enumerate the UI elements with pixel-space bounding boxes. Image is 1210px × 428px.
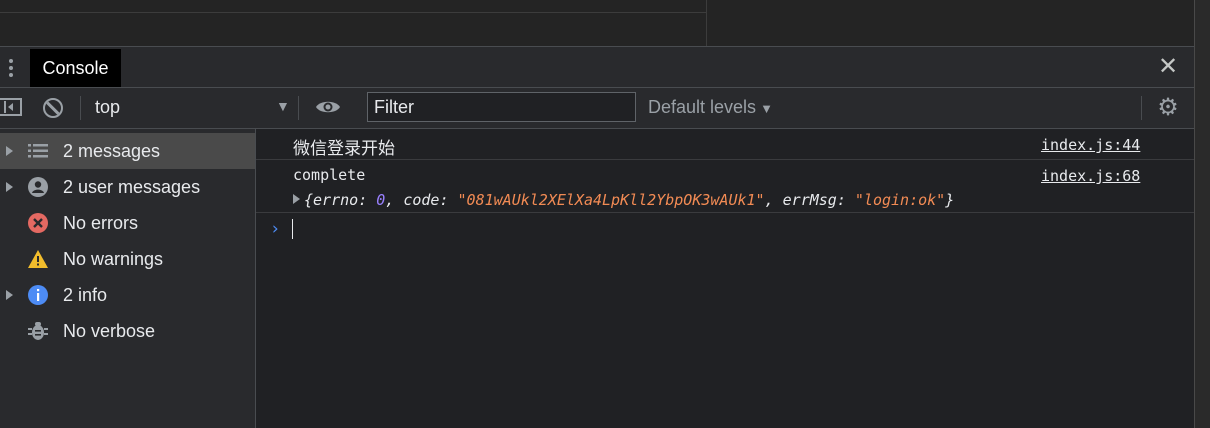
log-levels-dropdown[interactable]: Default levels ▼ — [648, 97, 773, 118]
info-icon — [28, 285, 48, 305]
warning-icon — [28, 250, 48, 268]
sidebar-item-messages[interactable]: 2 messages — [0, 133, 255, 169]
console-prompt-icon: › — [270, 219, 281, 239]
expand-arrow-icon[interactable] — [6, 182, 13, 192]
expand-arrow-icon[interactable] — [293, 194, 300, 204]
tab-console[interactable]: Console — [30, 49, 121, 87]
user-icon — [28, 177, 48, 197]
message-text: complete — [293, 166, 366, 184]
object-preview[interactable]: {errno: 0, code: "081wAUkl2XElXa4LpKll2Y… — [293, 191, 954, 209]
bug-icon — [28, 322, 48, 340]
console-toolbar: top ▼ Default levels▼ ⚙ — [0, 88, 1194, 129]
log-levels-label: Default levels — [648, 97, 757, 117]
sidebar-item-info[interactable]: 2 info — [0, 277, 255, 313]
chevron-down-icon[interactable]: ▼ — [276, 98, 290, 114]
scrollbar[interactable] — [1194, 0, 1210, 428]
drawer-tab-bar: Console ✕ — [0, 46, 1194, 88]
error-icon — [28, 213, 48, 233]
message-text: 微信登录开始 — [293, 139, 395, 158]
sidebar-item-label: 2 user messages — [63, 177, 201, 197]
console-message[interactable]: 微信登录开始 index.js:44 — [256, 129, 1194, 160]
live-expression-eye-icon[interactable] — [315, 98, 341, 116]
divider — [0, 12, 706, 13]
expand-arrow-icon[interactable] — [6, 146, 13, 156]
sidebar-item-verbose[interactable]: No verbose — [0, 313, 255, 349]
source-link[interactable]: index.js:44 — [1041, 136, 1140, 154]
list-icon — [28, 144, 48, 158]
sidebar-item-user-messages[interactable]: 2 user messages — [0, 169, 255, 205]
clear-console-icon[interactable] — [43, 98, 63, 118]
sidebar-item-label: No verbose — [63, 321, 156, 341]
chevron-down-icon: ▼ — [760, 101, 773, 116]
filter-input[interactable] — [367, 92, 636, 122]
sidebar-item-errors[interactable]: No errors — [0, 205, 255, 241]
devtools-top-pane — [0, 0, 1194, 46]
context-selector[interactable]: top — [95, 97, 120, 118]
console-message[interactable]: complete index.js:68 {errno: 0, code: "0… — [256, 160, 1194, 213]
divider — [298, 96, 299, 120]
sidebar-item-label: No warnings — [63, 249, 164, 269]
sidebar-item-label: 2 messages — [63, 141, 161, 161]
sidebar-item-warnings[interactable]: No warnings — [0, 241, 255, 277]
divider — [1141, 96, 1142, 120]
console-messages[interactable]: 微信登录开始 index.js:44 complete index.js:68 … — [256, 129, 1194, 428]
source-link[interactable]: index.js:68 — [1041, 167, 1140, 185]
sidebar-item-label: No errors — [63, 213, 139, 233]
close-drawer-button[interactable]: ✕ — [1156, 55, 1180, 79]
console-input-caret[interactable] — [292, 219, 293, 239]
divider — [80, 96, 81, 120]
console-sidebar: 2 messages 2 user messages No errors No … — [0, 129, 256, 428]
sidebar-item-label: 2 info — [63, 285, 108, 305]
show-sidebar-icon[interactable] — [0, 98, 22, 116]
console-settings-gear-icon[interactable]: ⚙ — [1156, 96, 1180, 120]
divider — [706, 0, 707, 46]
more-tools-menu-icon[interactable] — [5, 57, 17, 79]
expand-arrow-icon[interactable] — [6, 290, 13, 300]
